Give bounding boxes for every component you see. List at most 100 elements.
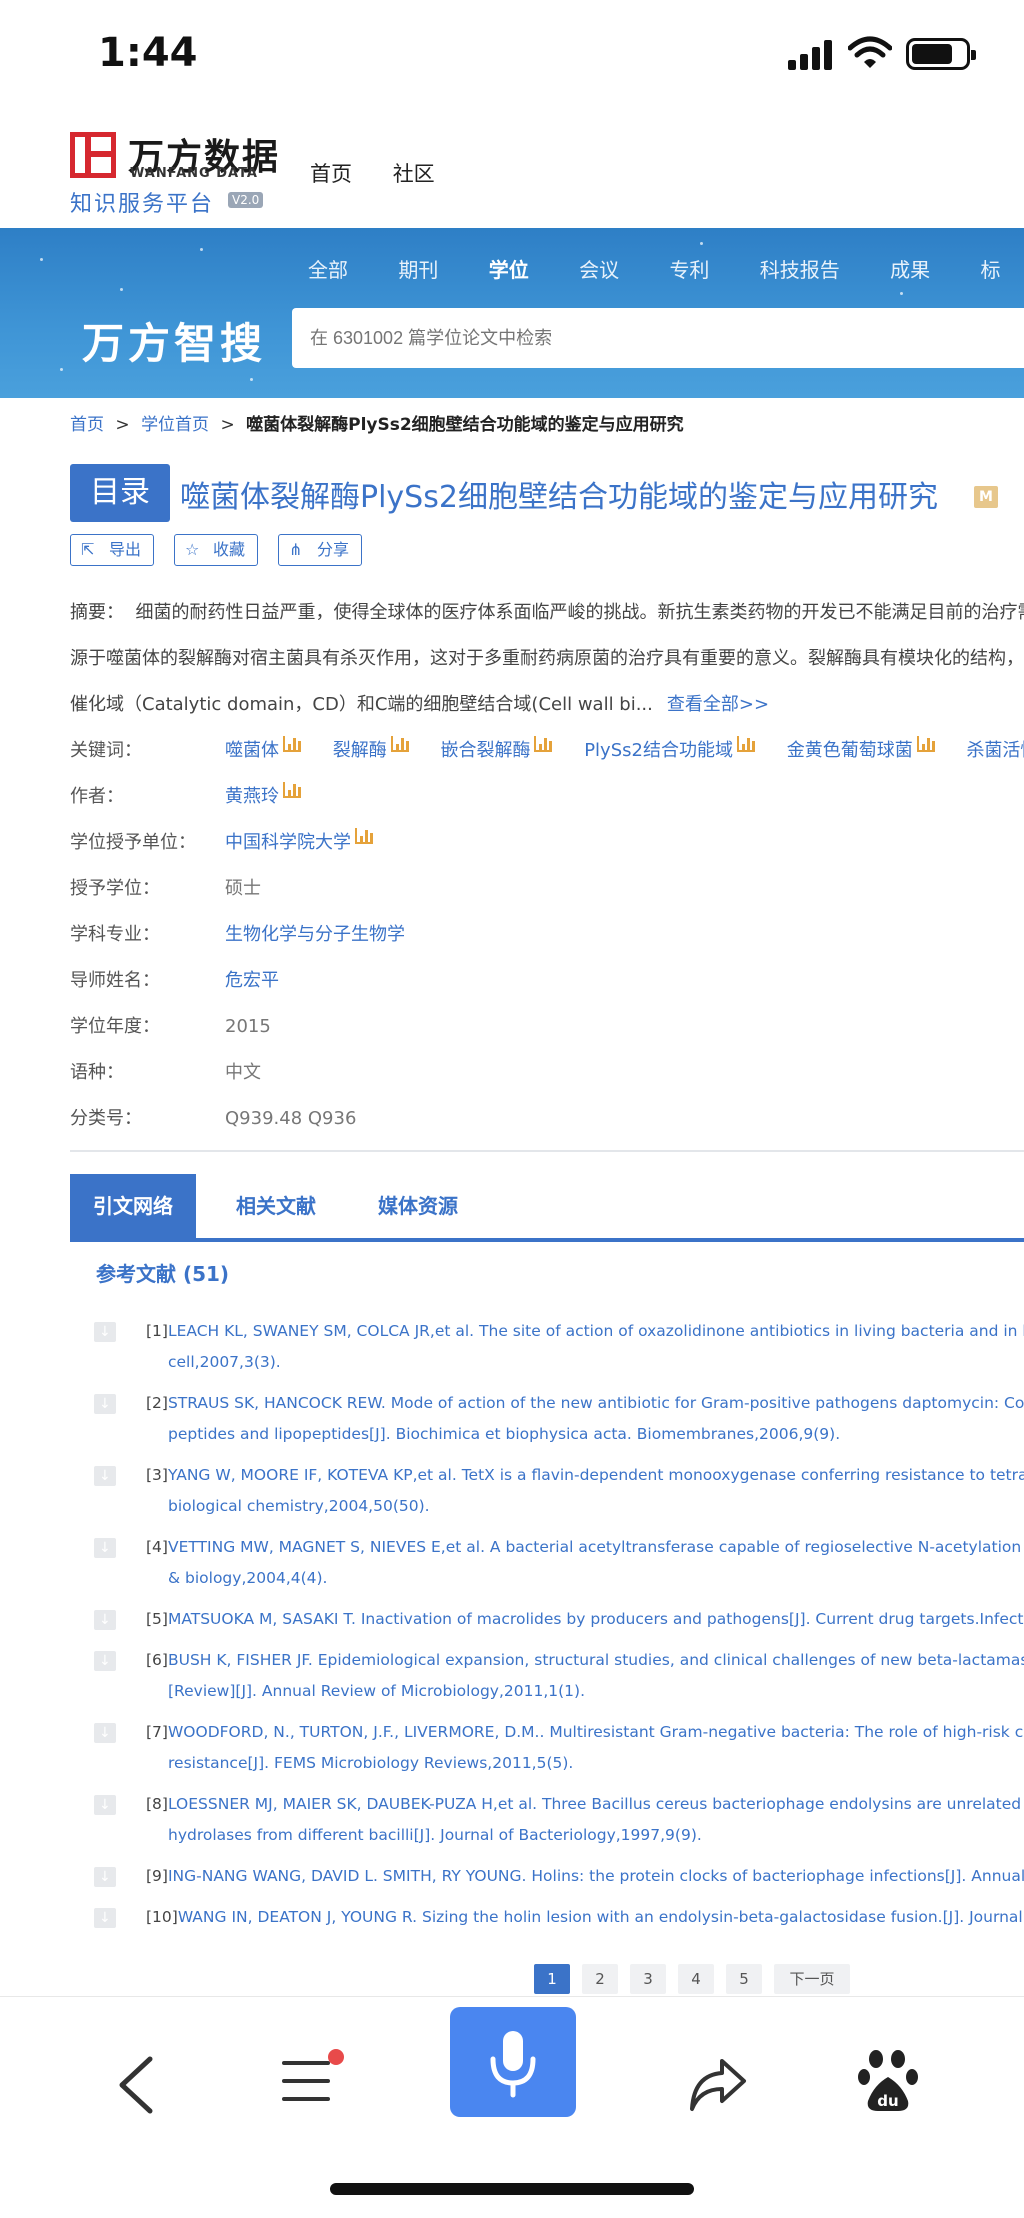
advisor-label: 导师姓名：	[70, 970, 160, 991]
unit-link[interactable]: 中国科学院大学	[225, 820, 373, 866]
stats-icon[interactable]	[736, 736, 755, 752]
page-5-button[interactable]: 5	[726, 1964, 762, 1994]
favorite-button[interactable]: ☆ 收藏	[174, 534, 259, 566]
stats-icon[interactable]	[534, 736, 553, 752]
list-item: [7]WOODFORD, N., TURTON, J.F., LIVERMORE…	[94, 1717, 1024, 1779]
nav-home[interactable]: 首页	[310, 162, 352, 186]
reference-link[interactable]: LOESSNER MJ, MAIER SK, DAUBEK-PUZA H,et …	[168, 1795, 1024, 1813]
stats-icon[interactable]	[916, 736, 935, 752]
stats-icon[interactable]	[283, 782, 301, 798]
category-patent[interactable]: 专利	[669, 258, 709, 282]
degree-label: 授予学位：	[70, 878, 160, 899]
keyword-link[interactable]: 金黄色葡萄球菌	[787, 736, 935, 761]
wanfang-logo-icon[interactable]	[70, 132, 116, 178]
breadcrumb-separator: >	[220, 415, 235, 435]
see-all-link[interactable]: 查看全部>>	[667, 694, 769, 715]
page-4-button[interactable]: 4	[678, 1964, 714, 1994]
download-icon[interactable]	[94, 1610, 116, 1630]
page-3-button[interactable]: 3	[630, 1964, 666, 1994]
reference-link[interactable]: MATSUOKA M, SASAKI T. Inactivation of ma…	[168, 1610, 1024, 1628]
back-icon[interactable]	[110, 2055, 164, 2115]
share-icon: ⋔	[289, 540, 303, 559]
download-icon[interactable]	[94, 1538, 116, 1558]
class-value: Q939.48 Q936	[225, 1108, 357, 1129]
category-nav: 全部 期刊 学位 会议 专利 科技报告 成果 标	[308, 254, 1024, 283]
site-header: 万方数据 WANFANG DATA 知识服务平台 V2.0 首页 社区	[0, 110, 1024, 228]
language-label: 语种：	[70, 1062, 124, 1083]
author-link[interactable]: 黄燕玲	[225, 774, 301, 820]
stats-icon[interactable]	[390, 736, 409, 752]
next-page-button[interactable]: 下一页	[774, 1964, 850, 1994]
share-button[interactable]: ⋔ 分享	[278, 534, 363, 566]
page-1-button[interactable]: 1	[534, 1964, 570, 1994]
keywords-label: 关键词：	[70, 740, 142, 761]
voice-search-button[interactable]	[450, 2007, 576, 2117]
list-item: [5]MATSUOKA M, SASAKI T. Inactivation of…	[94, 1604, 1024, 1635]
abstract-line-3: 催化域（Catalytic domain，CD）和C端的细胞壁结合域(Cell …	[70, 694, 653, 715]
download-icon[interactable]	[94, 1723, 116, 1743]
major-link[interactable]: 生物化学与分子生物学	[225, 912, 405, 958]
breadcrumb-section[interactable]: 学位首页	[141, 415, 209, 435]
category-standard[interactable]: 标	[981, 258, 1001, 282]
tab-media-resources[interactable]: 媒体资源	[378, 1174, 458, 1238]
advisor-link[interactable]: 危宏平	[225, 958, 279, 1004]
tab-related-docs[interactable]: 相关文献	[236, 1174, 316, 1238]
author-row: 作者： 黄燕玲	[70, 774, 1024, 820]
keywords-row: 关键词： 噬菌体 裂解酶 嵌合裂解酶 PlySs2结合功能域 金黄色葡萄球菌 杀…	[70, 728, 1024, 774]
category-all[interactable]: 全部	[308, 258, 348, 282]
category-journal[interactable]: 期刊	[398, 258, 438, 282]
export-button[interactable]: ⇱ 导出	[70, 534, 155, 566]
share-arrow-icon[interactable]	[688, 2055, 748, 2115]
download-icon[interactable]	[94, 1394, 116, 1414]
list-item: [10]WANG IN, DEATON J, YOUNG R. Sizing t…	[94, 1902, 1024, 1933]
reference-link[interactable]: VETTING MW, MAGNET S, NIEVES E,et al. A …	[168, 1538, 1024, 1556]
language-value: 中文	[225, 1062, 261, 1083]
top-nav: 首页 社区	[310, 158, 469, 188]
reference-link[interactable]: WANG IN, DEATON J, YOUNG R. Sizing the h…	[178, 1908, 1024, 1926]
download-icon[interactable]	[94, 1908, 116, 1928]
degree-value: 硕士	[225, 878, 261, 899]
menu-icon[interactable]	[282, 2049, 344, 2103]
toc-button[interactable]: 目录	[70, 464, 170, 522]
keyword-link[interactable]: 裂解酶	[333, 736, 409, 761]
reference-link[interactable]: WOODFORD, N., TURTON, J.F., LIVERMORE, D…	[168, 1723, 1024, 1741]
reference-link[interactable]: STRAUS SK, HANCOCK REW. Mode of action o…	[168, 1394, 1024, 1412]
notification-dot	[328, 2049, 344, 2065]
reference-link[interactable]: LEACH KL, SWANEY SM, COLCA JR,et al. The…	[168, 1322, 1024, 1340]
keyword-link[interactable]: 嵌合裂解酶	[440, 736, 553, 761]
download-icon[interactable]	[94, 1466, 116, 1486]
tab-citation-network[interactable]: 引文网络	[70, 1174, 196, 1238]
reference-link[interactable]: ING-NANG WANG, DAVID L. SMITH, RY YOUNG.…	[168, 1867, 1024, 1885]
breadcrumb-current: 噬菌体裂解酶PlySs2细胞壁结合功能域的鉴定与应用研究	[246, 415, 684, 435]
author-label: 作者：	[70, 786, 124, 807]
download-icon[interactable]	[94, 1322, 116, 1342]
abstract: 摘要： 细菌的耐药性日益严重，使得全球体的医疗体系面临严峻的挑战。新抗生素类药物…	[70, 590, 1024, 728]
list-item: [6]BUSH K, FISHER JF. Epidemiological ex…	[94, 1645, 1024, 1707]
download-icon[interactable]	[94, 1867, 116, 1887]
search-banner: 全部 期刊 学位 会议 专利 科技报告 成果 标 万方智搜	[0, 228, 1024, 398]
stats-icon[interactable]	[355, 828, 373, 844]
category-conference[interactable]: 会议	[579, 258, 619, 282]
export-icon: ⇱	[81, 540, 95, 559]
search-input[interactable]	[292, 308, 1024, 368]
wifi-icon	[848, 36, 892, 68]
stats-icon[interactable]	[283, 736, 301, 752]
breadcrumb-home[interactable]: 首页	[70, 415, 104, 435]
category-achievement[interactable]: 成果	[890, 258, 930, 282]
nav-community[interactable]: 社区	[393, 162, 435, 186]
reference-link[interactable]: BUSH K, FISHER JF. Epidemiological expan…	[168, 1651, 1024, 1669]
category-degree[interactable]: 学位	[489, 258, 529, 282]
references-heading: 参考文献 (51)	[96, 1262, 230, 1286]
keyword-link[interactable]: 杀菌活性	[966, 740, 1024, 761]
category-tech-report[interactable]: 科技报告	[760, 258, 840, 282]
keywords-list: 噬菌体 裂解酶 嵌合裂解酶 PlySs2结合功能域 金黄色葡萄球菌 杀菌活性	[225, 728, 1024, 774]
page-2-button[interactable]: 2	[582, 1964, 618, 1994]
download-icon[interactable]	[94, 1651, 116, 1671]
download-icon[interactable]	[94, 1795, 116, 1815]
baidu-paw-icon[interactable]: du	[858, 2049, 918, 2113]
keyword-link[interactable]: 噬菌体	[225, 736, 301, 761]
advisor-row: 导师姓名： 危宏平	[70, 958, 1024, 1004]
keyword-link[interactable]: PlySs2结合功能域	[584, 736, 755, 761]
export-label: 导出	[109, 540, 142, 559]
reference-link[interactable]: YANG W, MOORE IF, KOTEVA KP,et al. TetX …	[168, 1466, 1024, 1484]
